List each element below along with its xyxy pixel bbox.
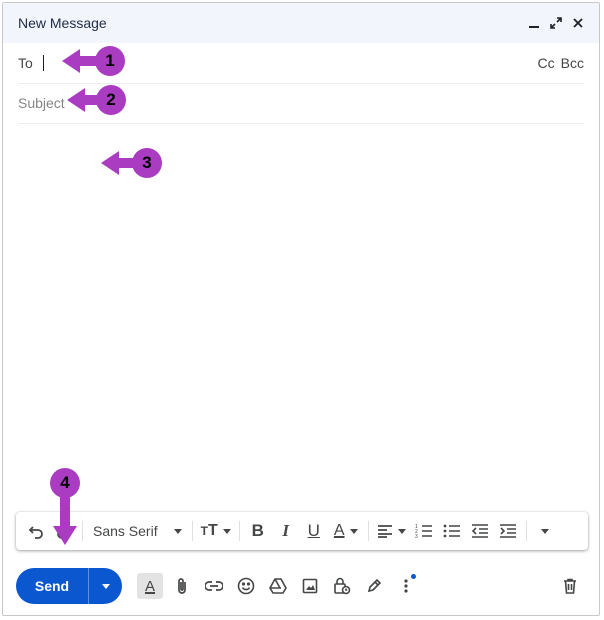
emoji-icon — [237, 577, 255, 595]
chevron-down-icon — [540, 528, 549, 534]
subject-input[interactable]: Subject — [18, 95, 65, 111]
drive-icon — [269, 578, 287, 594]
numbered-list-icon: 1 2 3 — [415, 524, 432, 539]
pen-icon — [367, 578, 382, 593]
fullscreen-icon[interactable] — [549, 16, 563, 30]
chevron-down-icon — [101, 583, 110, 589]
lock-clock-icon — [334, 577, 351, 595]
bold-icon: B — [251, 521, 264, 540]
discard-draft-button[interactable] — [554, 570, 586, 602]
text-color-icon: A — [333, 522, 345, 539]
annotation-1: 1 — [60, 46, 130, 76]
more-formatting-button[interactable] — [531, 517, 559, 545]
link-icon — [205, 581, 223, 591]
bulleted-list-button[interactable] — [438, 517, 466, 545]
annotation-badge: 4 — [50, 468, 80, 498]
insert-signature-button[interactable] — [358, 570, 390, 602]
font-size-button[interactable]: TT — [197, 517, 235, 545]
annotation-2: 2 — [65, 85, 135, 115]
align-left-icon — [377, 525, 392, 538]
message-body[interactable] — [18, 125, 584, 509]
confidential-mode-button[interactable] — [326, 570, 358, 602]
chevron-down-icon — [349, 528, 358, 534]
send-button-group: Send — [16, 568, 122, 604]
chevron-down-icon — [173, 528, 182, 534]
bold-button[interactable]: B — [244, 517, 272, 545]
annotation-badge: 3 — [132, 148, 162, 178]
svg-text:3: 3 — [415, 534, 418, 539]
compose-title: New Message — [18, 15, 107, 31]
cc-bcc-links: Cc Bcc — [538, 55, 584, 71]
chevron-down-icon — [397, 528, 406, 534]
toolbar-divider — [238, 521, 240, 541]
compose-actions-bar: Send A — [16, 567, 586, 605]
indent-less-button[interactable] — [466, 517, 494, 545]
align-button[interactable] — [373, 517, 410, 545]
notification-dot — [411, 574, 416, 579]
indent-more-button[interactable] — [494, 517, 522, 545]
toolbar-divider — [367, 521, 369, 541]
underline-icon: U — [307, 521, 320, 540]
indent-more-icon — [499, 524, 516, 538]
more-vert-icon — [404, 579, 408, 593]
paperclip-icon — [178, 578, 186, 594]
toolbar-divider — [525, 521, 527, 541]
send-divider — [88, 568, 89, 604]
annotation-badge: 2 — [96, 85, 126, 115]
compose-titlebar: New Message — [3, 3, 599, 43]
trash-icon — [564, 578, 576, 594]
text-cursor — [42, 55, 44, 71]
annotation-3: 3 — [99, 148, 169, 178]
chevron-down-icon — [222, 528, 231, 534]
attach-file-button[interactable] — [166, 570, 198, 602]
close-icon[interactable] — [571, 16, 585, 30]
bcc-link[interactable]: Bcc — [561, 55, 584, 71]
more-options-button[interactable] — [390, 570, 422, 602]
cc-link[interactable]: Cc — [538, 55, 555, 71]
insert-link-button[interactable] — [198, 570, 230, 602]
schedule-send-button[interactable] — [89, 568, 122, 604]
insert-photo-button[interactable] — [294, 570, 326, 602]
indent-less-icon — [471, 524, 488, 538]
bulleted-list-icon — [443, 524, 460, 538]
insert-emoji-button[interactable] — [230, 570, 262, 602]
formatting-options-button[interactable]: A — [137, 573, 163, 599]
annotation-4: 4 — [49, 468, 81, 548]
minimize-icon[interactable] — [527, 16, 541, 30]
undo-button[interactable] — [22, 517, 50, 545]
underline-button[interactable]: U — [300, 517, 328, 545]
send-button[interactable]: Send — [16, 568, 88, 604]
text-format-icon: A — [144, 577, 155, 595]
formatting-toolbar: Sans Serif TT B I U A 1 2 3 — [16, 512, 588, 550]
numbered-list-button[interactable]: 1 2 3 — [410, 517, 438, 545]
italic-icon: I — [282, 521, 290, 540]
font-family-select[interactable]: Sans Serif — [87, 517, 188, 545]
toolbar-divider — [191, 521, 193, 541]
insert-drive-button[interactable] — [262, 570, 294, 602]
annotation-badge: 1 — [95, 46, 125, 76]
italic-button[interactable]: I — [272, 517, 300, 545]
text-color-button[interactable]: A — [328, 517, 364, 545]
photo-icon — [302, 578, 318, 594]
toolbar-divider — [82, 521, 83, 541]
text-size-icon: TT — [200, 522, 218, 539]
to-label: To — [18, 55, 33, 71]
font-family-value: Sans Serif — [93, 523, 158, 539]
window-controls — [527, 16, 585, 30]
